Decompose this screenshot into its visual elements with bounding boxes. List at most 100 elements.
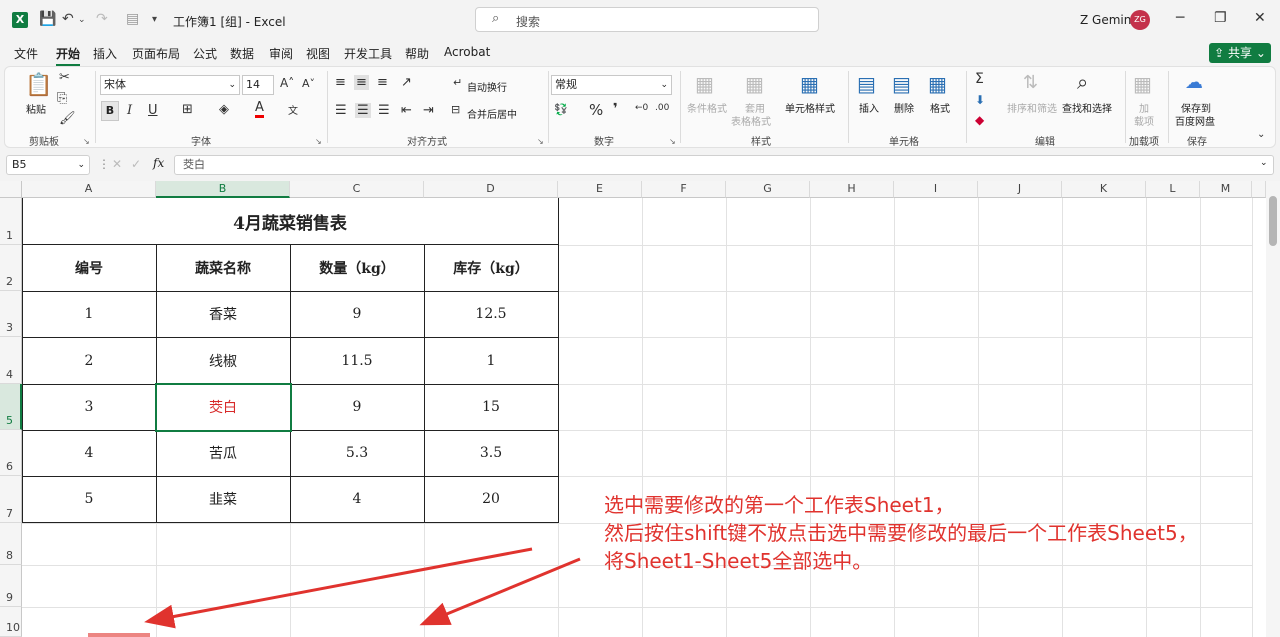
undo-dropdown-icon[interactable]: ⌄ [78, 15, 86, 25]
enter-icon[interactable]: ✓ [131, 157, 141, 171]
formula-input[interactable]: 茭白 [174, 155, 1274, 175]
tab-developer[interactable]: 开发工具 [344, 45, 392, 62]
search-box[interactable]: ⌕ 搜索 [475, 7, 819, 32]
collapse-ribbon-icon[interactable]: ⌄ [1257, 129, 1265, 140]
insert-cells-label[interactable]: 插入 [859, 100, 879, 115]
increase-decimal-icon[interactable]: ←0 [635, 103, 648, 113]
tab-page-layout[interactable]: 页面布局 [132, 45, 180, 62]
alignment-launcher-icon[interactable]: ↘ [537, 137, 544, 146]
tab-help[interactable]: 帮助 [405, 45, 429, 62]
align-middle-icon[interactable]: ≡ [354, 75, 369, 90]
format-cells-label[interactable]: 格式 [930, 100, 950, 115]
decrease-font-icon[interactable]: A˅ [302, 77, 315, 90]
cell-styles-icon[interactable]: ▦ [800, 72, 819, 96]
accounting-icon[interactable]: 💱 [554, 103, 568, 116]
clear-icon[interactable]: ◆ [975, 113, 984, 127]
worksheet-grid[interactable]: A B C D E F G H I J K L M 1 2 3 4 5 6 7 … [0, 181, 1280, 637]
share-label: 共享 [1227, 46, 1252, 60]
merge-center-label[interactable]: 合并后居中 [467, 106, 517, 121]
tab-file[interactable]: 文件 [14, 45, 38, 62]
align-bottom-icon[interactable]: ≡ [377, 75, 388, 90]
align-left-icon[interactable]: ☰ [335, 103, 347, 118]
close-icon[interactable]: ✕ [1254, 10, 1266, 26]
bold-button[interactable]: B [101, 101, 119, 121]
border-icon[interactable]: ⊞ [182, 102, 193, 117]
undo-icon[interactable]: ↶ [62, 11, 74, 27]
align-top-icon[interactable]: ≡ [335, 75, 346, 90]
minimize-icon[interactable]: ─ [1176, 10, 1184, 26]
fill-color-icon[interactable]: ◈ [219, 102, 229, 117]
tab-data[interactable]: 数据 [230, 45, 254, 62]
tab-home[interactable]: 开始 [56, 45, 81, 66]
addins-icon[interactable]: ▦ [1133, 72, 1152, 96]
save-icon[interactable]: 💾 [39, 11, 56, 27]
wrap-text-icon[interactable]: ↵ [453, 76, 462, 89]
autosum-icon[interactable]: Σ [975, 71, 984, 87]
sort-filter-label[interactable]: 排序和筛选 [1007, 100, 1057, 115]
merge-center-icon[interactable]: ⊟ [451, 103, 460, 116]
redo-icon[interactable]: ↷ [96, 11, 108, 27]
font-name-select[interactable]: 宋体 ⌄ [100, 75, 240, 95]
copy-icon[interactable]: ⎘ [57, 91, 67, 106]
tab-formulas[interactable]: 公式 [193, 45, 217, 62]
number-format-select[interactable]: 常规 ⌄ [551, 75, 672, 95]
baidu-netdisk-icon[interactable]: ☁ [1185, 72, 1203, 93]
clipboard-launcher-icon[interactable]: ↘ [83, 137, 90, 146]
format-as-table-icon[interactable]: ▦ [745, 72, 764, 96]
align-right-icon[interactable]: ☰ [378, 103, 390, 118]
annotation-arrows [144, 547, 581, 629]
find-select-label[interactable]: 查找和选择 [1062, 100, 1112, 115]
number-launcher-icon[interactable]: ↘ [669, 137, 676, 146]
conditional-format-label[interactable]: 条件格式 [687, 100, 727, 115]
underline-button[interactable]: U [148, 103, 158, 118]
divider [1168, 71, 1169, 143]
fill-icon[interactable]: ⬇ [975, 93, 985, 107]
delete-cells-icon[interactable]: ▤ [892, 72, 911, 96]
vertical-scrollbar[interactable] [1266, 181, 1280, 637]
format-cells-icon[interactable]: ▦ [928, 72, 947, 96]
scrollbar-thumb[interactable] [1269, 196, 1277, 246]
wrap-text-label[interactable]: 自动换行 [467, 79, 507, 94]
increase-font-icon[interactable]: A˄ [280, 76, 294, 90]
tab-acrobat[interactable]: Acrobat [444, 45, 490, 59]
comma-icon[interactable]: ❜ [613, 101, 618, 117]
addins-label-2[interactable]: 载项 [1134, 113, 1154, 128]
name-box[interactable]: B5 ⌄ [6, 155, 90, 175]
align-center-icon[interactable]: ☰ [355, 103, 371, 118]
insert-function-icon[interactable]: fx [153, 156, 164, 170]
cell-styles-label[interactable]: 单元格样式 [785, 100, 835, 115]
phonetic-icon[interactable]: 文 [288, 102, 298, 117]
decrease-indent-icon[interactable]: ⇤ [401, 103, 412, 118]
share-button[interactable]: ⇪ 共享 ⌄ [1209, 43, 1271, 63]
avatar[interactable]: ZG [1130, 10, 1150, 30]
insert-cells-icon[interactable]: ▤ [857, 72, 876, 96]
tab-insert[interactable]: 插入 [93, 45, 117, 62]
decrease-decimal-icon[interactable]: .00 [655, 103, 669, 113]
form-icon[interactable]: ▤ [126, 11, 139, 27]
paste-icon[interactable]: 📋 [25, 73, 52, 98]
italic-button[interactable]: I [127, 103, 132, 118]
save-netdisk-label-2[interactable]: 百度网盘 [1175, 113, 1215, 128]
cut-icon[interactable]: ✂ [59, 70, 70, 85]
format-as-table-label-2[interactable]: 表格格式 [731, 113, 771, 128]
font-size-select[interactable]: 14 [242, 75, 274, 95]
font-color-icon[interactable]: A [255, 101, 264, 118]
delete-cells-label[interactable]: 删除 [894, 100, 914, 115]
orientation-icon[interactable]: ↗ [401, 75, 412, 90]
restore-icon[interactable]: ❐ [1214, 10, 1227, 26]
tab-review[interactable]: 审阅 [269, 45, 293, 62]
font-launcher-icon[interactable]: ↘ [315, 137, 322, 146]
find-select-icon[interactable]: ⌕ [1077, 70, 1088, 94]
percent-icon[interactable]: % [589, 101, 603, 119]
format-painter-icon[interactable]: 🖌 [59, 111, 76, 126]
tab-view[interactable]: 视图 [306, 45, 330, 62]
sort-filter-icon[interactable]: ⇅ [1023, 72, 1038, 93]
paste-label[interactable]: 粘贴 [26, 101, 46, 116]
conditional-format-icon[interactable]: ▦ [695, 72, 714, 96]
increase-indent-icon[interactable]: ⇥ [423, 103, 434, 118]
expand-formula-icon[interactable]: ⌄ [1260, 158, 1268, 168]
more-icon[interactable]: ⋮ [98, 157, 110, 171]
user-name[interactable]: Z Gemini [1080, 13, 1135, 27]
customize-toolbar-icon[interactable]: ▾ [152, 14, 157, 25]
cancel-icon[interactable]: ✕ [112, 157, 122, 171]
